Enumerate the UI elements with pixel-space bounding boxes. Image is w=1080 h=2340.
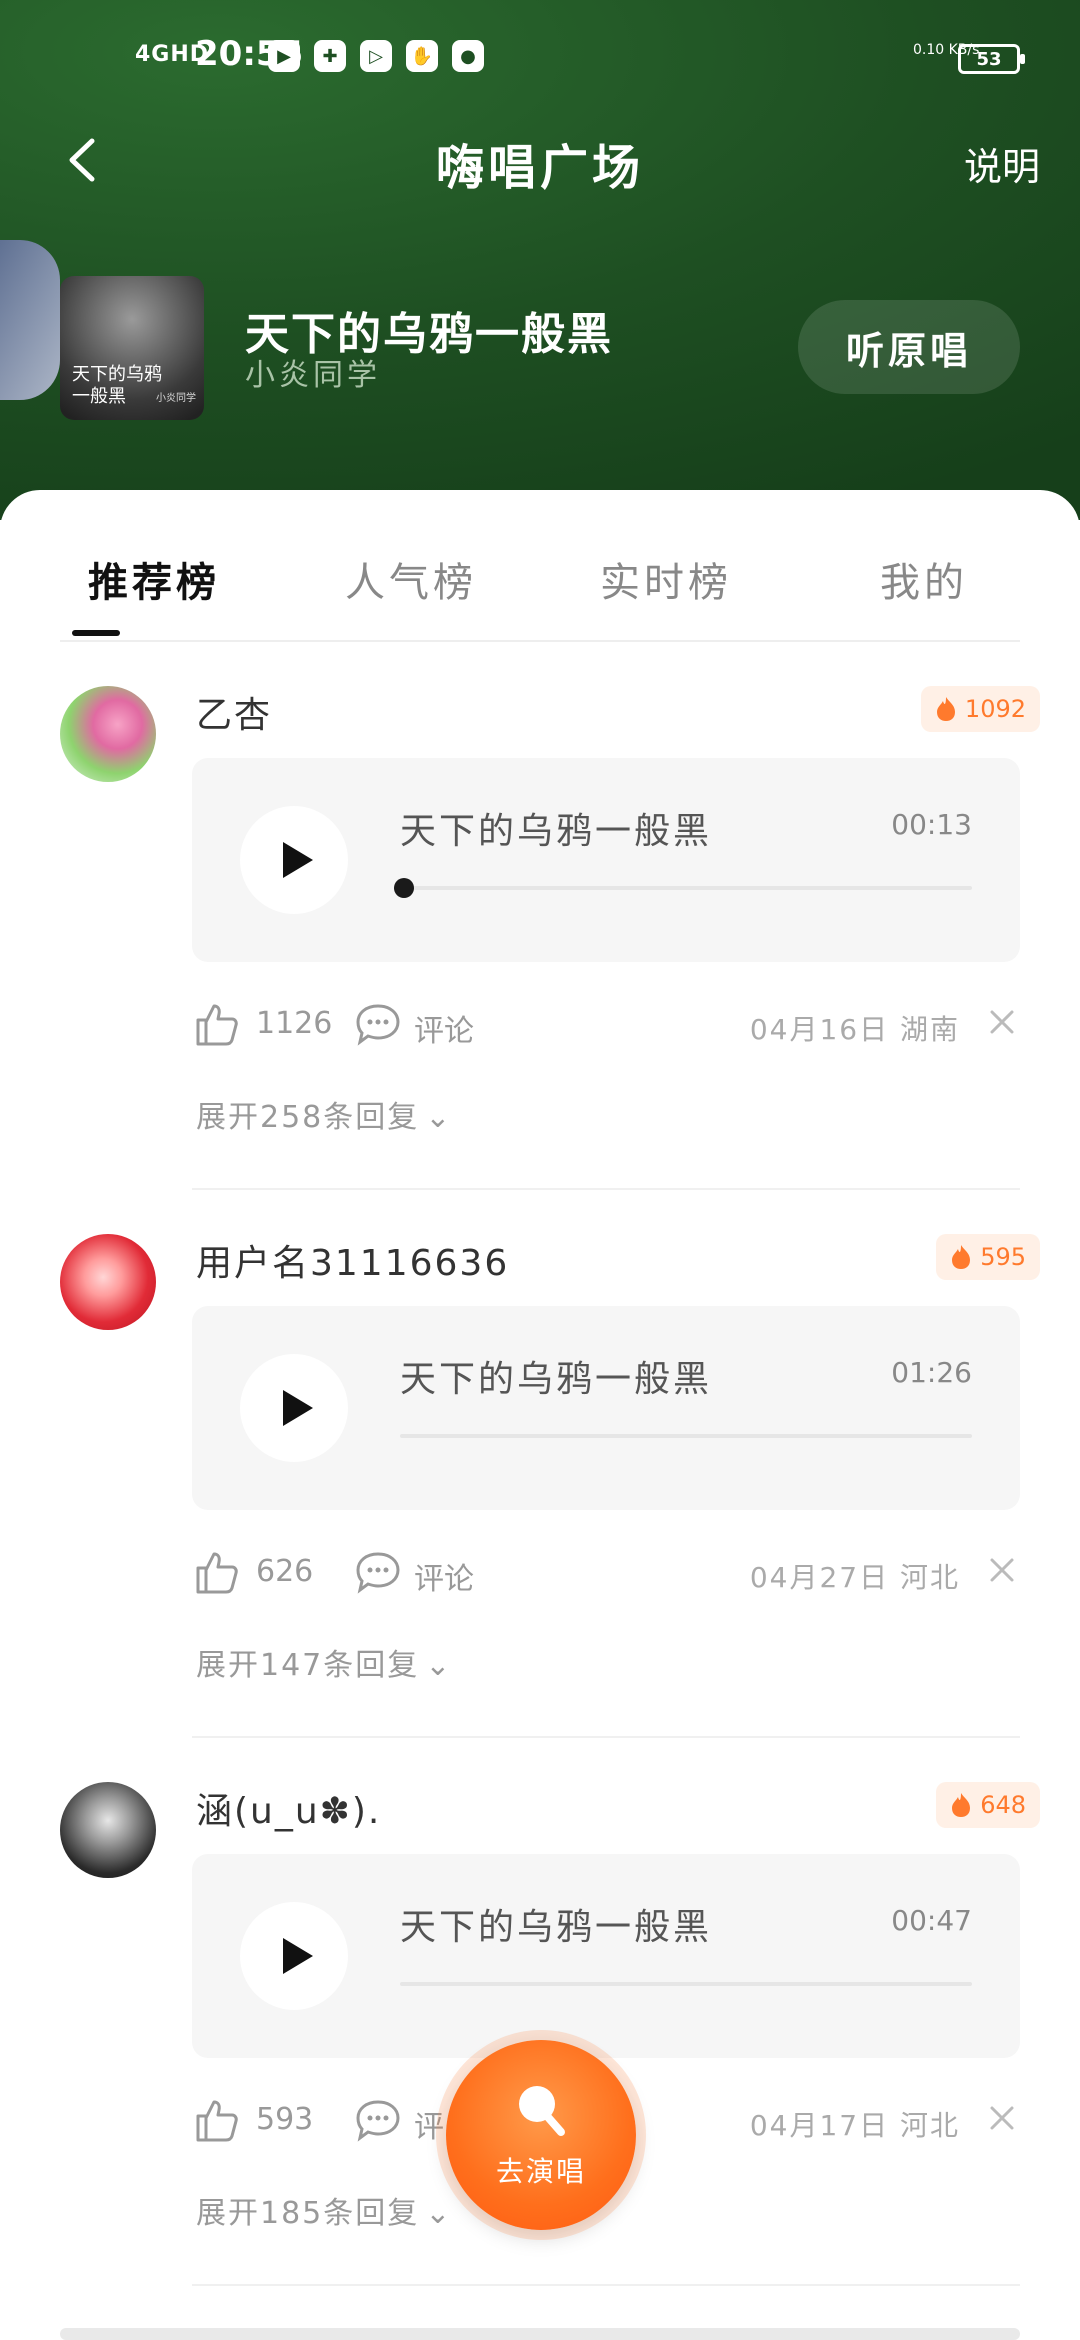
divider bbox=[192, 2284, 1020, 2286]
chevron-down-icon: ⌄ bbox=[425, 1648, 453, 1683]
battery-indicator: 53 bbox=[958, 44, 1025, 74]
close-icon[interactable] bbox=[984, 1552, 1020, 1588]
divider bbox=[192, 1188, 1020, 1190]
tab-popular[interactable]: 人气榜 bbox=[345, 550, 477, 608]
comment-icon[interactable] bbox=[354, 1002, 402, 1046]
post-meta: 04月16日 湖南 bbox=[749, 1013, 960, 1046]
heat-count: 595 bbox=[980, 1243, 1026, 1271]
avatar[interactable] bbox=[60, 686, 156, 782]
go-sing-button[interactable]: 去演唱 bbox=[446, 2040, 636, 2230]
expand-replies[interactable]: 展开258条回复 ⌄ bbox=[196, 1092, 452, 1136]
play-button[interactable] bbox=[240, 1354, 348, 1462]
chevron-down-icon: ⌄ bbox=[425, 2196, 453, 2231]
comment-icon[interactable] bbox=[354, 1550, 402, 1594]
decorative-sticker bbox=[0, 240, 60, 400]
expand-replies[interactable]: 展开147条回复 ⌄ bbox=[196, 1640, 452, 1684]
microphone-icon bbox=[519, 2086, 565, 2136]
audio-player[interactable]: 天下的乌鸦一般黑 01:26 bbox=[192, 1306, 1020, 1510]
comment-button-label[interactable]: 评论 bbox=[414, 1554, 474, 1598]
thumbs-up-icon[interactable] bbox=[192, 1548, 240, 1596]
expand-replies-label: 展开185条回复 bbox=[196, 2196, 420, 2231]
flame-icon bbox=[952, 1245, 971, 1269]
thumbs-up-icon[interactable] bbox=[192, 2096, 240, 2144]
song-artist: 小炎同学 bbox=[245, 358, 381, 393]
heat-count: 1092 bbox=[964, 695, 1026, 723]
flame-icon bbox=[952, 1793, 971, 1817]
play-icon bbox=[283, 1938, 313, 1974]
play-icon: ▷ bbox=[360, 40, 392, 72]
progress-bar[interactable] bbox=[400, 1982, 972, 1986]
thumbs-up-icon[interactable] bbox=[192, 1000, 240, 1048]
heat-badge: 648 bbox=[936, 1782, 1040, 1828]
like-count: 1126 bbox=[256, 1006, 333, 1041]
track-name: 天下的乌鸦一般黑 bbox=[400, 1359, 713, 1400]
avatar[interactable] bbox=[60, 1782, 156, 1878]
status-bar: 4GHD 20:55 ▶ ✚ ▷ ✋ ● 0.10 KB/s 53 bbox=[0, 30, 1080, 90]
audio-player[interactable]: 天下的乌鸦一般黑 00:47 bbox=[192, 1854, 1020, 2058]
track-name: 天下的乌鸦一般黑 bbox=[400, 811, 713, 852]
post-actions: 1126 评论 04月16日 湖南 bbox=[192, 1000, 1020, 1060]
header: 4GHD 20:55 ▶ ✚ ▷ ✋ ● 0.10 KB/s 53 嗨唱广场 说… bbox=[0, 0, 1080, 520]
close-icon[interactable] bbox=[984, 2100, 1020, 2136]
track-name: 天下的乌鸦一般黑 bbox=[400, 1907, 713, 1948]
post-meta: 04月17日 河北 bbox=[749, 2109, 960, 2142]
status-icons: ▶ ✚ ▷ ✋ ● bbox=[268, 40, 484, 72]
next-post-peek bbox=[60, 2328, 1020, 2340]
like-count: 593 bbox=[256, 2102, 314, 2137]
flame-icon bbox=[936, 697, 955, 721]
progress-bar[interactable] bbox=[394, 878, 972, 898]
help-link[interactable]: 说明 bbox=[964, 136, 1040, 191]
progress-bar[interactable] bbox=[400, 1434, 972, 1438]
username[interactable]: 用户名31116636 bbox=[196, 1234, 509, 1286]
listen-original-button[interactable]: 听原唱 bbox=[798, 300, 1020, 394]
tab-mine[interactable]: 我的 bbox=[880, 550, 968, 608]
expand-replies-label: 展开147条回复 bbox=[196, 1648, 420, 1683]
cover-title: 天下的乌鸦 一般黑 bbox=[72, 364, 162, 407]
page-title: 嗨唱广场 bbox=[435, 140, 644, 196]
comment-button-label[interactable]: 评 bbox=[414, 2102, 444, 2146]
chevron-down-icon: ⌄ bbox=[425, 1100, 453, 1135]
cover-artist: 小炎同学 bbox=[156, 393, 196, 404]
expand-replies[interactable]: 展开185条回复 ⌄ bbox=[196, 2188, 452, 2232]
username[interactable]: 乙杏 bbox=[196, 686, 272, 738]
play-icon bbox=[283, 1390, 313, 1426]
track-duration: 01:26 bbox=[891, 1356, 972, 1389]
comment-icon[interactable] bbox=[354, 2098, 402, 2142]
track-duration: 00:13 bbox=[891, 808, 972, 841]
username[interactable]: 涵(u_u✽). bbox=[196, 1782, 381, 1834]
post-meta: 04月27日 河北 bbox=[749, 1561, 960, 1594]
app-icon: ✚ bbox=[314, 40, 346, 72]
go-sing-label: 去演唱 bbox=[495, 2155, 586, 2188]
heat-badge: 595 bbox=[936, 1234, 1040, 1280]
play-button[interactable] bbox=[240, 1902, 348, 2010]
camera-icon: ▶ bbox=[268, 40, 300, 72]
progress-knob[interactable] bbox=[394, 878, 414, 898]
close-icon[interactable] bbox=[984, 1004, 1020, 1040]
play-icon bbox=[283, 842, 313, 878]
handshake-icon: ✋ bbox=[406, 40, 438, 72]
play-button[interactable] bbox=[240, 806, 348, 914]
post-actions: 626 评论 04月27日 河北 bbox=[192, 1548, 1020, 1608]
like-count: 626 bbox=[256, 1554, 314, 1589]
pet-icon: ● bbox=[452, 40, 484, 72]
album-cover[interactable]: 天下的乌鸦 一般黑 小炎同学 bbox=[60, 276, 204, 420]
tab-active-indicator bbox=[72, 630, 120, 636]
comment-button-label[interactable]: 评论 bbox=[414, 1006, 474, 1050]
heat-count: 648 bbox=[980, 1791, 1026, 1819]
audio-player[interactable]: 天下的乌鸦一般黑 00:13 bbox=[192, 758, 1020, 962]
tab-bar: 推荐榜 人气榜 实时榜 我的 bbox=[60, 550, 1020, 642]
heat-badge: 1092 bbox=[920, 686, 1040, 732]
track-duration: 00:47 bbox=[891, 1904, 972, 1937]
avatar[interactable] bbox=[60, 1234, 156, 1330]
tab-recommended[interactable]: 推荐榜 bbox=[88, 550, 220, 608]
tab-realtime[interactable]: 实时榜 bbox=[600, 550, 732, 608]
divider bbox=[192, 1736, 1020, 1738]
expand-replies-label: 展开258条回复 bbox=[196, 1100, 420, 1135]
